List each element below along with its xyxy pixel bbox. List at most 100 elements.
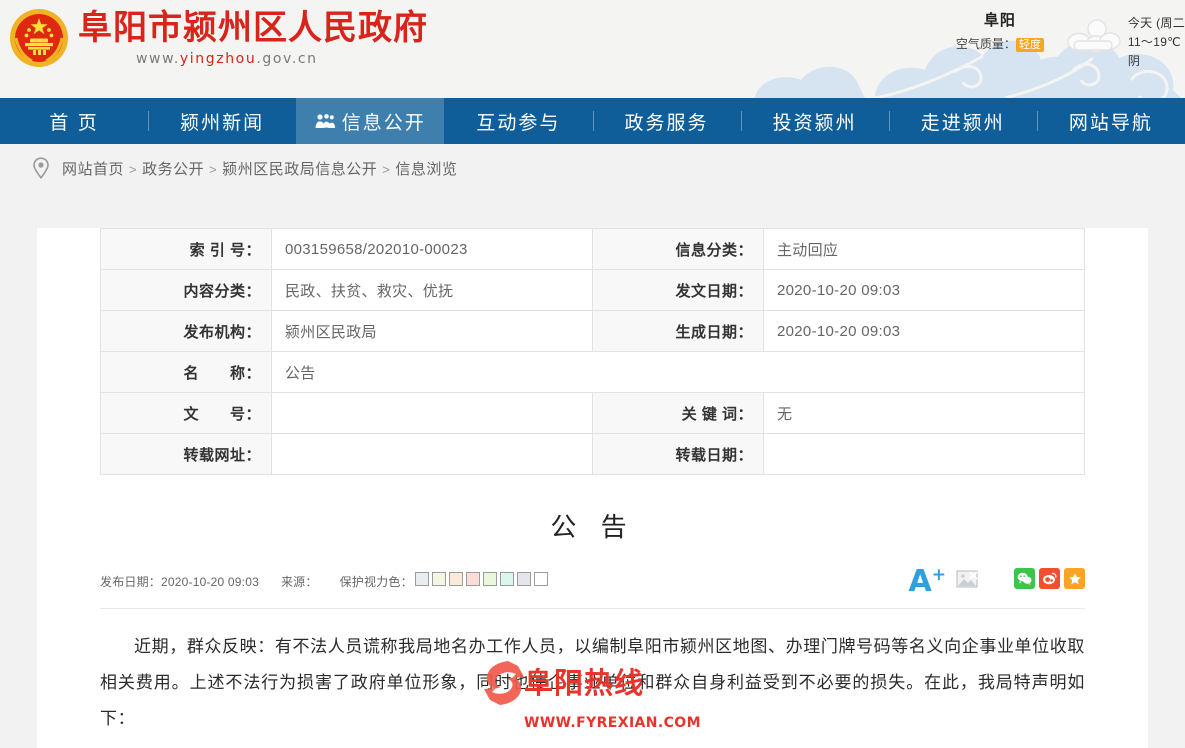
color-swatch-list [414, 572, 548, 586]
nav-item-sitemap[interactable]: 网站导航 [1036, 98, 1185, 144]
nav-label: 投资颍州 [772, 112, 857, 134]
nav-item-info-disclosure[interactable]: 信息公开 [296, 98, 445, 144]
label-keywords: 关 键 词： [592, 392, 764, 434]
weibo-share-button[interactable] [1039, 568, 1060, 589]
font-size-increase-button[interactable]: A+ [909, 560, 946, 597]
breadcrumb-item-gov-open[interactable]: 政务公开 [142, 161, 204, 178]
color-swatch[interactable] [431, 572, 446, 586]
article-paragraph: 近期，群众反映：有不法人员谎称我局地名办工作人员，以编制阜阳市颍州区地图、办理门… [100, 637, 1085, 729]
color-swatch[interactable] [448, 572, 463, 586]
cloudy-icon [1067, 19, 1121, 53]
nav-label: 颍州新闻 [180, 112, 265, 134]
group-people-icon [315, 114, 335, 128]
site-logo[interactable]: 阜阳市颍州区人民政府 www.yingzhou.gov.cn [8, 6, 428, 69]
nav-label: 首 页 [49, 112, 99, 134]
publish-date-value: 2020-10-20 09:03 [161, 574, 259, 589]
air-quality-badge: 轻度 [1015, 38, 1044, 52]
publish-date: 发布日期：2020-10-20 09:03 [100, 573, 259, 590]
label-created-date: 生成日期： [592, 310, 764, 352]
label-reprint-date: 转载日期： [592, 433, 764, 475]
breadcrumb-separator: > [382, 161, 391, 177]
label-name: 名 称： [100, 351, 272, 393]
location-pin-icon [33, 157, 49, 179]
table-row: 内容分类： 民政、扶贫、救灾、优抚 发文日期： 2020-10-20 09:03 [100, 269, 1085, 311]
favorite-share-button[interactable] [1064, 568, 1085, 589]
article-meta-left: 发布日期：2020-10-20 09:03 来源： 保护视力色： [100, 572, 570, 590]
label-info-category: 信息分类： [592, 228, 764, 270]
label-issue-date: 发文日期： [592, 269, 764, 311]
wechat-share-button[interactable] [1014, 568, 1035, 589]
air-quality-label: 空气质量： [955, 37, 1016, 51]
nav-item-gov-services[interactable]: 政务服务 [592, 98, 741, 144]
table-row: 转载网址： 转载日期： [100, 433, 1085, 475]
value-content-category: 民政、扶贫、救灾、优抚 [271, 269, 593, 311]
site-header: 阜阳市颍州区人民政府 www.yingzhou.gov.cn 阜阳 空气质量：轻… [0, 0, 1185, 98]
nav-label: 互动参与 [476, 112, 561, 134]
value-reprint-date [763, 433, 1085, 475]
color-swatch[interactable] [465, 572, 480, 586]
nav-item-home[interactable]: 首 页 [0, 98, 148, 144]
value-issue-date: 2020-10-20 09:03 [763, 269, 1085, 311]
air-quality: 空气质量： 轻度 [940, 37, 1060, 52]
breadcrumb-separator: > [129, 161, 138, 177]
broken-image-icon [956, 570, 978, 587]
eye-protection-label: 保护视力色： [339, 575, 413, 589]
wechat-icon [1017, 572, 1032, 585]
article-tools: A+ [909, 560, 1085, 597]
article-meta-row: 发布日期：2020-10-20 09:03 来源： 保护视力色： A+ [100, 565, 1085, 609]
value-reprint-url [271, 433, 593, 475]
value-publishing-org: 颍州区民政局 [271, 310, 593, 352]
weather-widget[interactable]: 阜阳 空气质量： 轻度 今天 (周二 11～19℃ 阴 [940, 8, 1185, 71]
document-metadata-table: 索 引 号： 003159658/202010-00023 信息分类： 主动回应… [100, 228, 1085, 475]
weather-forecast: 今天 (周二 11～19℃ 阴 [1128, 8, 1185, 71]
color-swatch[interactable] [516, 572, 531, 586]
share-buttons [1014, 568, 1085, 589]
label-index-no: 索 引 号： [100, 228, 272, 270]
url-suffix: .gov.cn [256, 51, 318, 67]
table-row: 名 称： 公告 [100, 351, 1085, 393]
page-title: 公 告 [550, 513, 635, 543]
content-card: 索 引 号： 003159658/202010-00023 信息分类： 主动回应… [37, 228, 1148, 748]
label-doc-no: 文 号： [100, 392, 272, 434]
nav-item-investment[interactable]: 投资颍州 [740, 98, 889, 144]
nav-label: 信息公开 [341, 112, 426, 134]
source-label: 来源： [280, 574, 318, 589]
nav-label: 走进颍州 [920, 112, 1005, 134]
breadcrumb-separator: > [209, 161, 218, 177]
article-body: 近期，群众反映：有不法人员谎称我局地名办工作人员，以编制阜阳市颍州区地图、办理门… [100, 629, 1085, 737]
color-swatch[interactable] [499, 572, 514, 586]
table-row: 发布机构： 颍州区民政局 生成日期： 2020-10-20 09:03 [100, 310, 1085, 352]
nav-item-interaction[interactable]: 互动参与 [444, 98, 592, 144]
source: 来源： [281, 573, 318, 590]
nav-item-about[interactable]: 走进颍州 [888, 98, 1037, 144]
nav-label: 政务服务 [624, 112, 709, 134]
publish-date-label: 发布日期： [100, 574, 162, 589]
color-swatch[interactable] [533, 572, 548, 586]
forecast-condition: 阴 [1127, 54, 1141, 68]
url-mid: yingzhou [179, 51, 257, 67]
star-icon [1068, 572, 1081, 584]
weibo-icon [1043, 572, 1057, 585]
nav-item-news[interactable]: 颍州新闻 [148, 98, 296, 144]
label-publishing-org: 发布机构： [100, 310, 272, 352]
weather-city: 阜阳 [983, 12, 1016, 29]
value-created-date: 2020-10-20 09:03 [763, 310, 1085, 352]
table-row: 文 号： 关 键 词： 无 [100, 392, 1085, 434]
breadcrumb-bar: 网站首页 > 政务公开 > 颍州区民政局信息公开 > 信息浏览 [0, 144, 1185, 192]
font-size-plus: + [931, 565, 946, 585]
forecast-day: 今天 (周二 [1127, 16, 1185, 30]
breadcrumb-item-current[interactable]: 信息浏览 [395, 161, 457, 178]
site-title: 阜阳市颍州区人民政府 [78, 8, 428, 48]
site-url: www.yingzhou.gov.cn [136, 51, 428, 67]
color-swatch[interactable] [482, 572, 497, 586]
nav-label: 网站导航 [1068, 112, 1153, 134]
national-emblem-icon [10, 9, 68, 67]
label-content-category: 内容分类： [100, 269, 272, 311]
color-swatch[interactable] [414, 572, 429, 586]
url-prefix: www. [136, 51, 180, 67]
value-index-no: 003159658/202010-00023 [271, 228, 593, 270]
breadcrumb-item-civil-affairs[interactable]: 颍州区民政局信息公开 [222, 161, 377, 178]
breadcrumb-item-home[interactable]: 网站首页 [62, 161, 124, 178]
value-info-category: 主动回应 [763, 228, 1085, 270]
value-name: 公告 [271, 351, 1085, 393]
